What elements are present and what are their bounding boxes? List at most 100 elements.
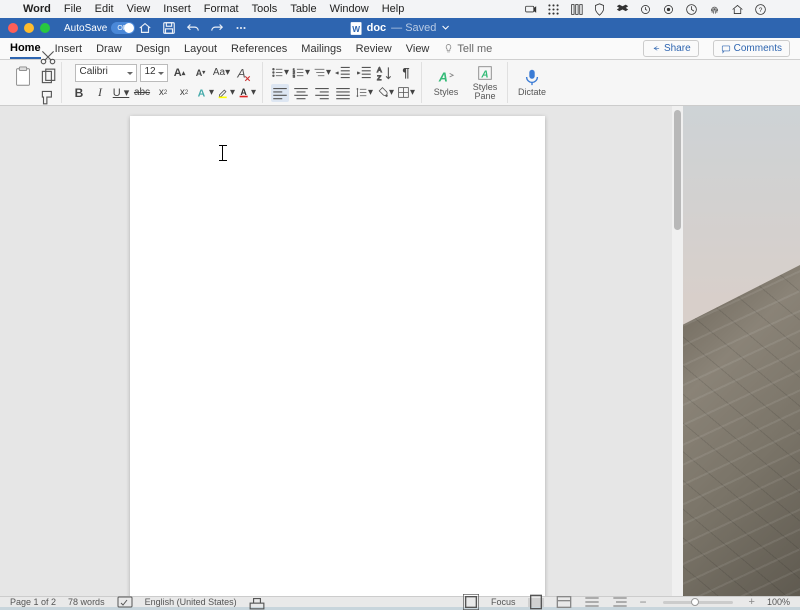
- page[interactable]: [130, 116, 545, 596]
- show-marks-button[interactable]: ¶: [397, 64, 415, 82]
- language[interactable]: English (United States): [145, 597, 237, 607]
- close-button[interactable]: [8, 23, 18, 33]
- zoom-icon[interactable]: [524, 3, 537, 16]
- highlight-button[interactable]: ▾: [217, 84, 235, 102]
- autosave-toggle[interactable]: AutoSave ON: [64, 22, 128, 34]
- accessibility-icon[interactable]: [249, 598, 265, 607]
- tab-references[interactable]: References: [231, 40, 287, 58]
- dictate-group: Dictate: [510, 62, 554, 103]
- word-count[interactable]: 78 words: [68, 597, 105, 607]
- shrink-font-button[interactable]: A▾: [192, 64, 210, 82]
- focus-label[interactable]: Focus: [491, 597, 516, 607]
- menu-window[interactable]: Window: [330, 3, 369, 15]
- comments-button[interactable]: Comments: [713, 40, 790, 57]
- paste-button[interactable]: [10, 63, 36, 91]
- multilevel-button[interactable]: ▾: [313, 64, 331, 82]
- document-title[interactable]: W doc — Saved: [351, 22, 450, 35]
- tab-draw[interactable]: Draw: [96, 40, 122, 58]
- share-icon: [651, 44, 661, 54]
- fingerprint-icon[interactable]: [708, 3, 721, 16]
- menu-file[interactable]: File: [64, 3, 82, 15]
- styles-button[interactable]: A Styles: [428, 63, 464, 103]
- font-size-select[interactable]: 12: [140, 64, 168, 82]
- tab-review[interactable]: Review: [356, 40, 392, 58]
- align-left-button[interactable]: [271, 84, 289, 102]
- strike-button[interactable]: abc: [133, 84, 151, 102]
- record-icon[interactable]: [662, 3, 675, 16]
- page-indicator[interactable]: Page 1 of 2: [10, 597, 56, 607]
- inc-indent-button[interactable]: [355, 64, 373, 82]
- scroll-thumb[interactable]: [674, 110, 681, 230]
- shield-icon[interactable]: [593, 3, 606, 16]
- grow-font-button[interactable]: A▴: [171, 64, 189, 82]
- superscript-button[interactable]: x2: [175, 84, 193, 102]
- density-icon[interactable]: [547, 3, 560, 16]
- font-family-select[interactable]: Calibri: [75, 64, 137, 82]
- bullets-button[interactable]: ▾: [271, 64, 289, 82]
- zoom-knob[interactable]: [691, 598, 699, 606]
- menu-insert[interactable]: Insert: [163, 3, 191, 15]
- zoom-level[interactable]: 100%: [767, 597, 790, 607]
- underline-button[interactable]: U ▾: [112, 84, 130, 102]
- home-icon[interactable]: [731, 3, 744, 16]
- doc-icon: W: [351, 22, 362, 35]
- zoom-slider[interactable]: [663, 601, 733, 604]
- shading-button[interactable]: ▾: [376, 84, 394, 102]
- print-layout-icon[interactable]: [528, 598, 544, 607]
- align-center-button[interactable]: [292, 84, 310, 102]
- draft-icon[interactable]: [612, 598, 628, 607]
- focus-icon[interactable]: [463, 598, 479, 607]
- redo-qa-icon[interactable]: [210, 21, 224, 35]
- clock-icon[interactable]: [685, 3, 698, 16]
- menu-help[interactable]: Help: [382, 3, 405, 15]
- tell-me[interactable]: Tell me: [443, 43, 492, 55]
- outline-icon[interactable]: [584, 598, 600, 607]
- help-icon[interactable]: ?: [754, 3, 767, 16]
- minimize-button[interactable]: [24, 23, 34, 33]
- sort-button[interactable]: AZ: [376, 64, 394, 82]
- dictate-button[interactable]: Dictate: [514, 63, 550, 103]
- menu-table[interactable]: Table: [290, 3, 316, 15]
- subscript-button[interactable]: x2: [154, 84, 172, 102]
- tab-layout[interactable]: Layout: [184, 40, 217, 58]
- tab-design[interactable]: Design: [136, 40, 170, 58]
- copy-button[interactable]: [39, 68, 57, 86]
- undo-qa-icon[interactable]: [186, 21, 200, 35]
- clear-format-button[interactable]: A: [234, 64, 252, 82]
- tab-mailings[interactable]: Mailings: [301, 40, 341, 58]
- dropbox-icon[interactable]: [616, 3, 629, 16]
- dec-indent-button[interactable]: [334, 64, 352, 82]
- save-qa-icon[interactable]: [162, 21, 176, 35]
- numbering-button[interactable]: 123▾: [292, 64, 310, 82]
- web-layout-icon[interactable]: [556, 598, 572, 607]
- menu-view[interactable]: View: [127, 3, 151, 15]
- tab-view[interactable]: View: [406, 40, 430, 58]
- zoom-in[interactable]: +: [749, 596, 755, 608]
- format-painter-button[interactable]: [39, 88, 57, 106]
- menu-format[interactable]: Format: [204, 3, 239, 15]
- align-right-button[interactable]: [313, 84, 331, 102]
- moon-icon[interactable]: [777, 3, 790, 16]
- share-button[interactable]: Share: [643, 40, 699, 57]
- change-case-button[interactable]: Aa▾: [213, 64, 231, 82]
- menu-tools[interactable]: Tools: [252, 3, 278, 15]
- font-color-button[interactable]: A▾: [238, 84, 256, 102]
- styles-pane-button[interactable]: A Styles Pane: [467, 63, 503, 103]
- spellcheck-icon[interactable]: [117, 598, 133, 607]
- vertical-scrollbar[interactable]: [672, 106, 683, 596]
- more-qa-icon[interactable]: [234, 21, 248, 35]
- tab-insert[interactable]: Insert: [55, 40, 83, 58]
- borders-button[interactable]: ▾: [397, 84, 415, 102]
- sync-icon[interactable]: [639, 3, 652, 16]
- cut-button[interactable]: [39, 48, 57, 66]
- text-effects-button[interactable]: A▾: [196, 84, 214, 102]
- italic-button[interactable]: I: [91, 84, 109, 102]
- maximize-button[interactable]: [40, 23, 50, 33]
- home-qa-icon[interactable]: [138, 21, 152, 35]
- justify-button[interactable]: [334, 84, 352, 102]
- menu-edit[interactable]: Edit: [95, 3, 114, 15]
- bold-button[interactable]: B: [70, 84, 88, 102]
- line-spacing-button[interactable]: ▾: [355, 84, 373, 102]
- app-name[interactable]: Word: [23, 3, 51, 15]
- columns-icon[interactable]: [570, 3, 583, 16]
